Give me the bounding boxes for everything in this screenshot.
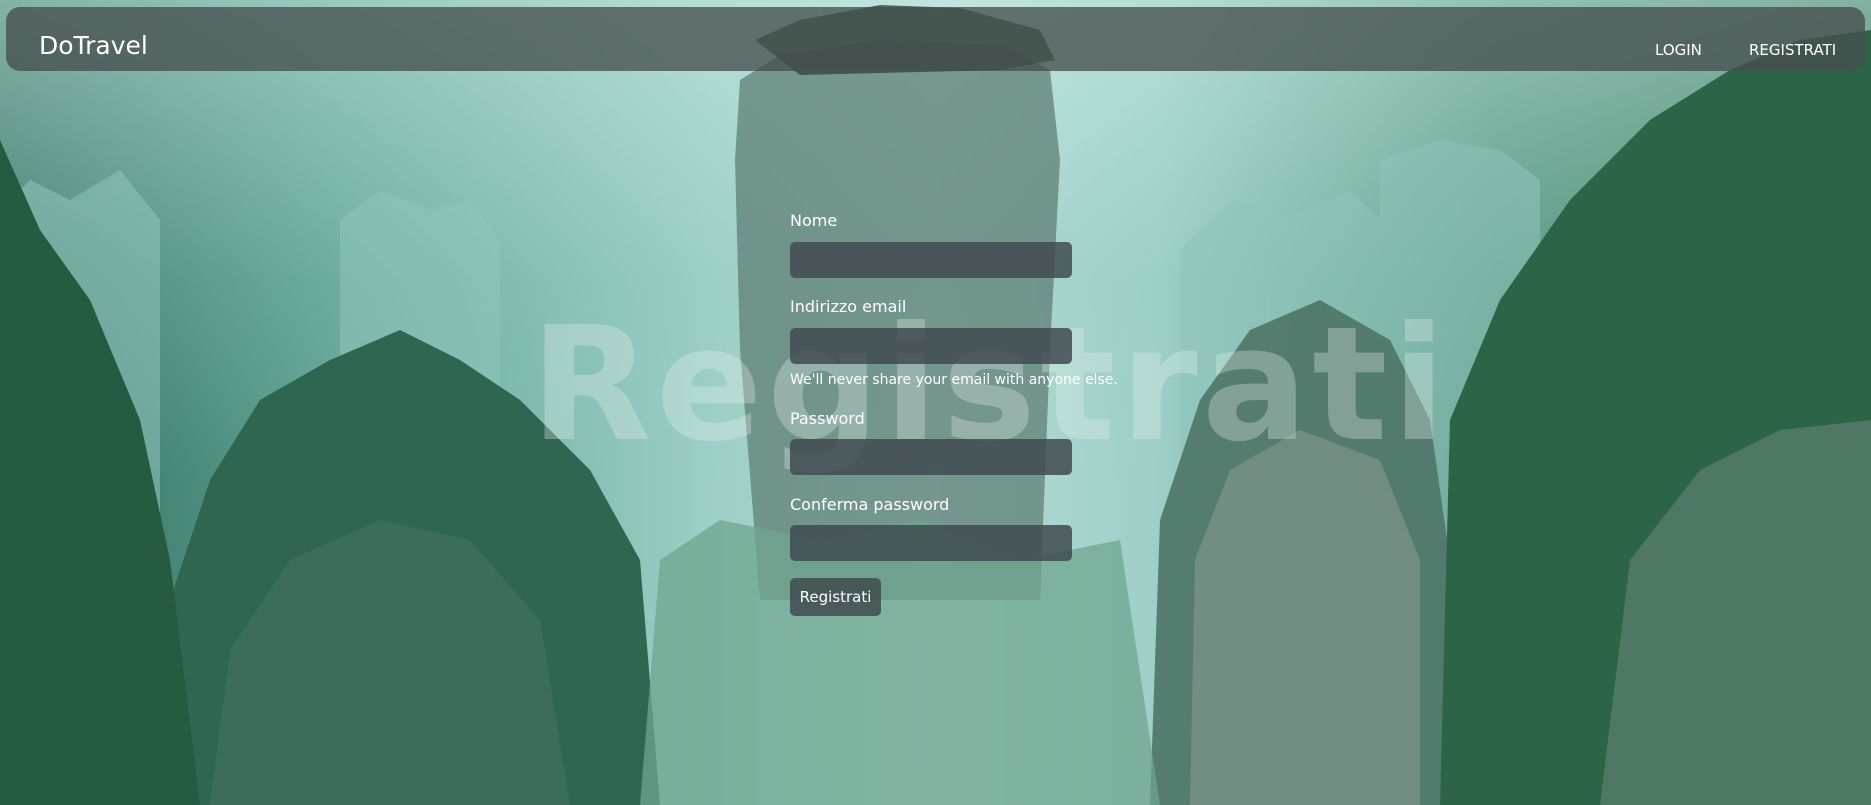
nav-login-link[interactable]: LOGIN (1655, 41, 1702, 59)
password-input[interactable] (790, 439, 1072, 475)
email-input[interactable] (790, 328, 1072, 364)
brand-logo[interactable]: DoTravel (39, 31, 148, 61)
email-label: Indirizzo email (790, 297, 907, 316)
register-submit-button[interactable]: Registrati (790, 578, 881, 616)
name-label: Nome (790, 211, 838, 230)
email-help-text: We'll never share your email with anyone… (790, 372, 1118, 388)
name-input[interactable] (790, 242, 1072, 278)
password-label: Password (790, 409, 865, 428)
navbar: DoTravel LOGIN REGISTRATI (6, 7, 1865, 71)
nav-register-link[interactable]: REGISTRATI (1749, 41, 1836, 59)
confirm-password-input[interactable] (790, 525, 1072, 561)
confirm-password-label: Conferma password (790, 495, 950, 514)
